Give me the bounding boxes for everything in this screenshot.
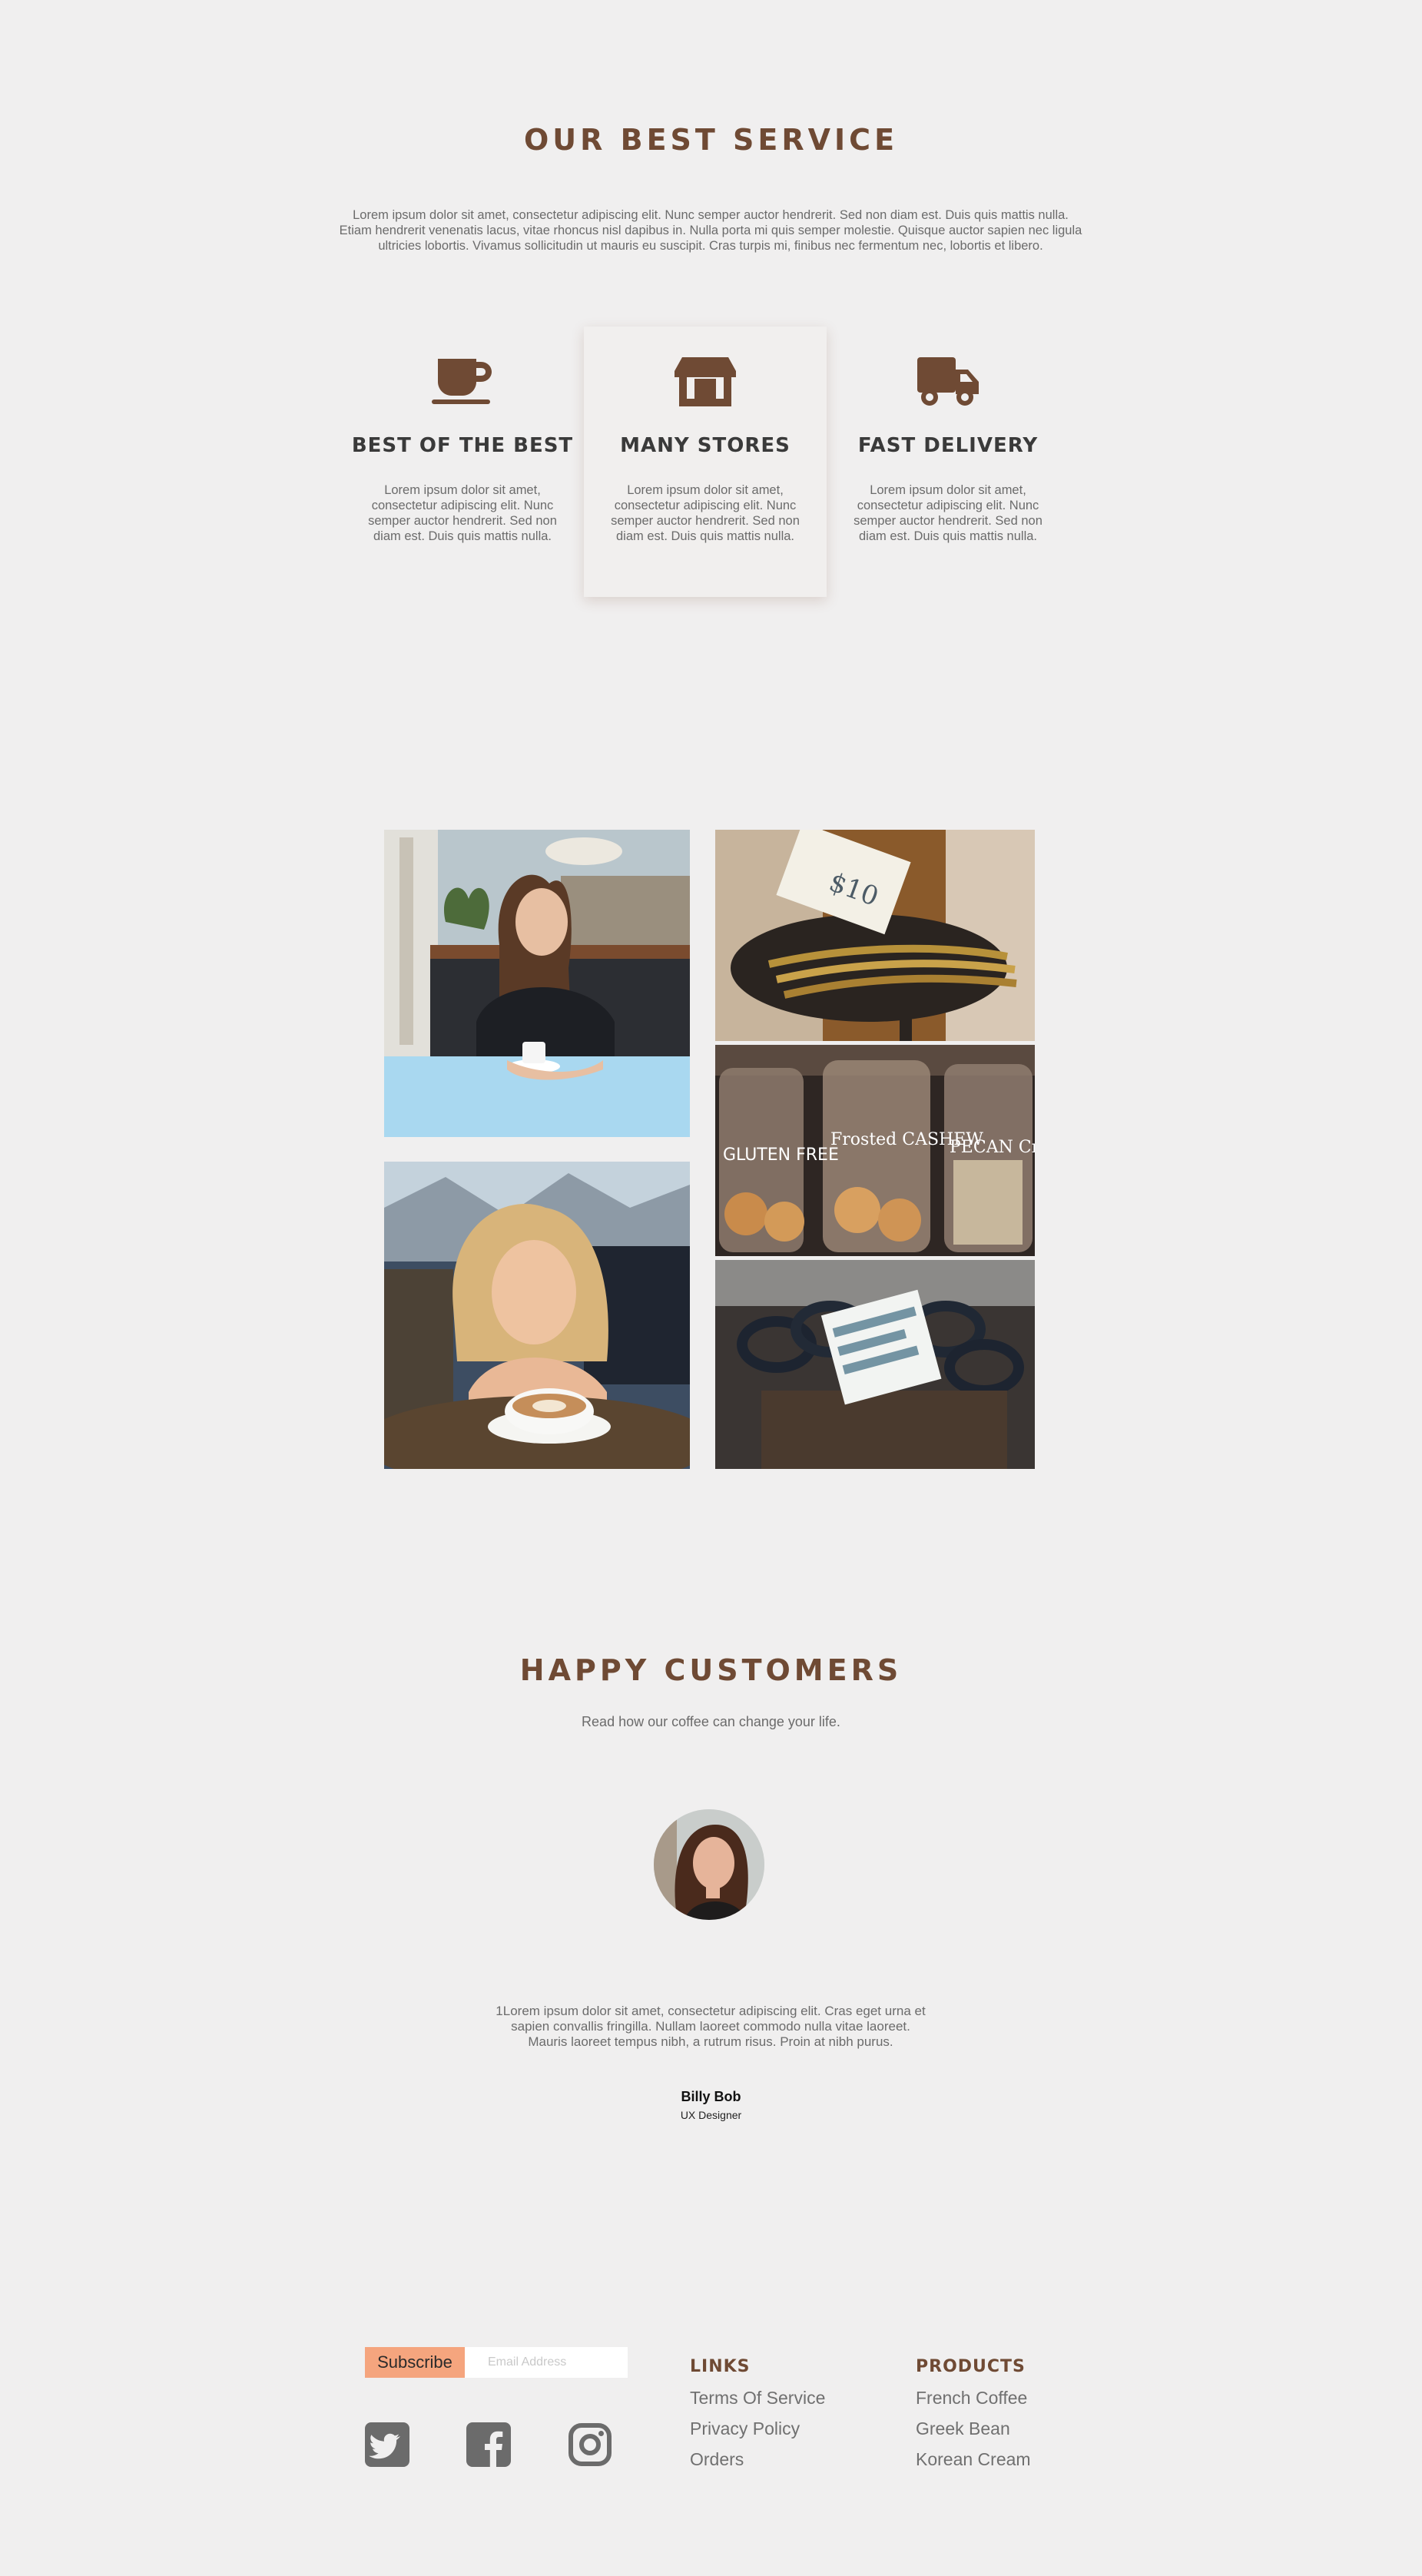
service-card-delivery: FAST DELIVERY Lorem ipsum dolor sit amet… [827,327,1069,597]
footer-product-greek-bean[interactable]: Greek Bean [916,2419,1010,2439]
facebook-icon[interactable] [466,2422,511,2467]
footer-link-privacy[interactable]: Privacy Policy [690,2419,800,2439]
customers-title: HAPPY CUSTOMERS [519,1653,903,1687]
cookie-jars-photo: GLUTEN FREE Frosted CASHEW PECAN Crisps [715,1045,1035,1256]
woman-in-cafe-photo [384,830,690,1137]
smiling-woman-latte-photo [384,1162,690,1469]
delivery-truck-icon [827,356,1069,409]
service-card-text: Lorem ipsum dolor sit amet, consectetur … [368,483,557,543]
subscribe-button[interactable]: Subscribe [365,2347,465,2378]
email-field[interactable] [465,2347,628,2378]
service-card-stores: MANY STORES Lorem ipsum dolor sit amet, … [584,327,827,597]
service-card-title: MANY STORES [620,434,791,457]
links-heading: LINKS [690,2357,751,2376]
footer-link-terms[interactable]: Terms Of Service [690,2388,825,2409]
spoons-price-tag-photo: $10 [715,830,1035,1041]
service-card-best: BEST OF THE BEST Lorem ipsum dolor sit a… [341,327,584,597]
service-card-title: BEST OF THE BEST [351,434,574,457]
jar-label-left: GLUTEN FREE [723,1145,839,1165]
products-heading: PRODUCTS [916,2357,1026,2376]
jar-label-right: PECAN Crisps [950,1138,1035,1157]
service-title: OUR BEST SERVICE [523,123,899,157]
footer-product-french-coffee[interactable]: French Coffee [916,2388,1027,2409]
twitter-icon[interactable] [365,2422,409,2467]
customers-subtitle: Read how our coffee can change your life… [582,1714,840,1729]
service-card-title: FAST DELIVERY [857,434,1039,457]
testimonial-quote: 1Lorem ipsum dolor sit amet, consectetur… [496,2004,926,2049]
customer-role: UX Designer [680,2109,742,2121]
service-intro: Lorem ipsum dolor sit amet, consectetur … [339,208,1082,253]
service-card-text: Lorem ipsum dolor sit amet, consectetur … [854,483,1042,543]
customer-name: Billy Bob [681,2089,741,2104]
footer-product-korean-cream[interactable]: Korean Cream [916,2449,1031,2470]
store-icon [584,356,827,409]
instagram-icon[interactable] [568,2422,612,2467]
footer-link-orders[interactable]: Orders [690,2449,744,2470]
coffee-cup-icon [341,356,584,409]
scissors-price-tag-photo [715,1260,1035,1469]
service-card-text: Lorem ipsum dolor sit amet, consectetur … [611,483,800,543]
avatar [654,1809,764,1920]
